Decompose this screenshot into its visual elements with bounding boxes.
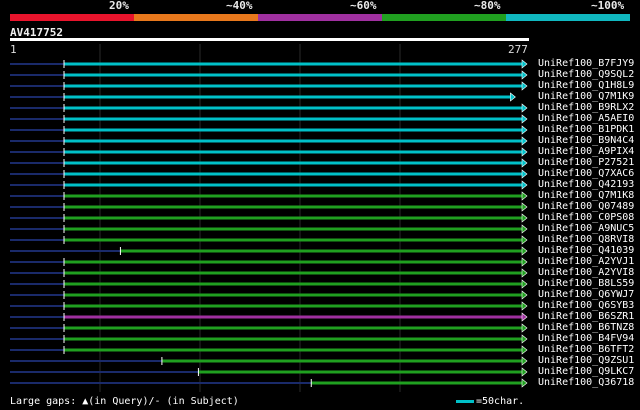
hit-end-arrow (521, 169, 528, 179)
hit-end-arrow (521, 213, 528, 223)
hit-name-link[interactable]: UniRef100_Q7XAC6 (538, 168, 634, 179)
hit-end-arrow (521, 290, 528, 300)
hit-name-link[interactable]: UniRef100_Q9SQL2 (538, 69, 634, 80)
hit-end-arrow (521, 81, 528, 91)
hit-name-link[interactable]: UniRef100_Q8RVI8 (538, 234, 634, 245)
hit-name-link[interactable]: UniRef100_Q42193 (538, 179, 634, 190)
hit-end-arrow (521, 257, 528, 267)
hit-name-link[interactable]: UniRef100_Q9LKC7 (538, 366, 634, 377)
hit-name-link[interactable]: UniRef100_A9PIX4 (538, 146, 634, 157)
hit-name-link[interactable]: UniRef100_Q41039 (538, 245, 634, 256)
hit-end-arrow (521, 334, 528, 344)
hit-end-arrow (521, 279, 528, 289)
hit-end-arrow (521, 378, 528, 388)
hit-end-arrow (521, 125, 528, 135)
hit-end-arrow (521, 312, 528, 322)
hit-end-arrow (521, 103, 528, 113)
hit-end-arrow (521, 224, 528, 234)
hit-name-link[interactable]: UniRef100_B9N4C4 (538, 135, 634, 146)
hit-end-arrow (521, 323, 528, 333)
hit-end-arrow (521, 268, 528, 278)
hit-end-arrow (521, 235, 528, 245)
hit-end-arrow (521, 136, 528, 146)
hit-name-link[interactable]: UniRef100_Q36718 (538, 377, 634, 388)
hit-end-arrow (521, 367, 528, 377)
hit-name-link[interactable]: UniRef100_Q7M1K8 (538, 190, 634, 201)
hit-name-link[interactable]: UniRef100_B6TFT2 (538, 344, 634, 355)
hit-name-link[interactable]: UniRef100_Q07489 (538, 201, 634, 212)
hit-name-link[interactable]: UniRef100_Q6YWJ7 (538, 289, 634, 300)
hit-name-link[interactable]: UniRef100_B6TNZ8 (538, 322, 634, 333)
hit-name-link[interactable]: UniRef100_Q9ZSU1 (538, 355, 634, 366)
hit-end-arrow (521, 202, 528, 212)
hit-end-arrow (521, 114, 528, 124)
hit-name-link[interactable]: UniRef100_B9RLX2 (538, 102, 634, 113)
hit-end-arrow (521, 191, 528, 201)
hit-name-link[interactable]: UniRef100_A5AEI0 (538, 113, 634, 124)
hit-end-arrow (521, 246, 528, 256)
hit-name-link[interactable]: UniRef100_Q1H8L9 (538, 80, 634, 91)
hit-name-link[interactable]: UniRef100_A2YVJ1 (538, 256, 634, 267)
hit-name-link[interactable]: UniRef100_B6SZR1 (538, 311, 634, 322)
hit-name-link[interactable]: UniRef100_B1PDK1 (538, 124, 634, 135)
hit-name-link[interactable]: UniRef100_Q7M1K9 (538, 91, 634, 102)
hit-end-arrow (510, 92, 516, 102)
hit-name-link[interactable]: UniRef100_Q6SYB3 (538, 300, 634, 311)
hit-end-arrow (521, 59, 528, 69)
hit-end-arrow (521, 147, 528, 157)
hit-name-link[interactable]: UniRef100_B7FJY9 (538, 58, 634, 69)
hit-end-arrow (521, 301, 528, 311)
hit-end-arrow (521, 345, 528, 355)
scale-legend: =50char. (456, 396, 524, 407)
scale-text: =50char. (476, 396, 525, 407)
scale-swatch (456, 399, 474, 403)
hit-name-link[interactable]: UniRef100_A9NUC5 (538, 223, 634, 234)
hit-end-arrow (521, 70, 528, 80)
hit-name-link[interactable]: UniRef100_A2YVI8 (538, 267, 634, 278)
hit-end-arrow (521, 180, 528, 190)
gap-legend: Large gaps: ▲(in Query)/- (in Subject) (10, 396, 239, 407)
hit-name-link[interactable]: UniRef100_B4FV94 (538, 333, 634, 344)
hit-end-arrow (521, 158, 528, 168)
hit-name-link[interactable]: UniRef100_P27521 (538, 157, 634, 168)
hit-name-link[interactable]: UniRef100_C0PS08 (538, 212, 634, 223)
hit-name-link[interactable]: UniRef100_B8LS59 (538, 278, 634, 289)
hit-end-arrow (521, 356, 528, 366)
